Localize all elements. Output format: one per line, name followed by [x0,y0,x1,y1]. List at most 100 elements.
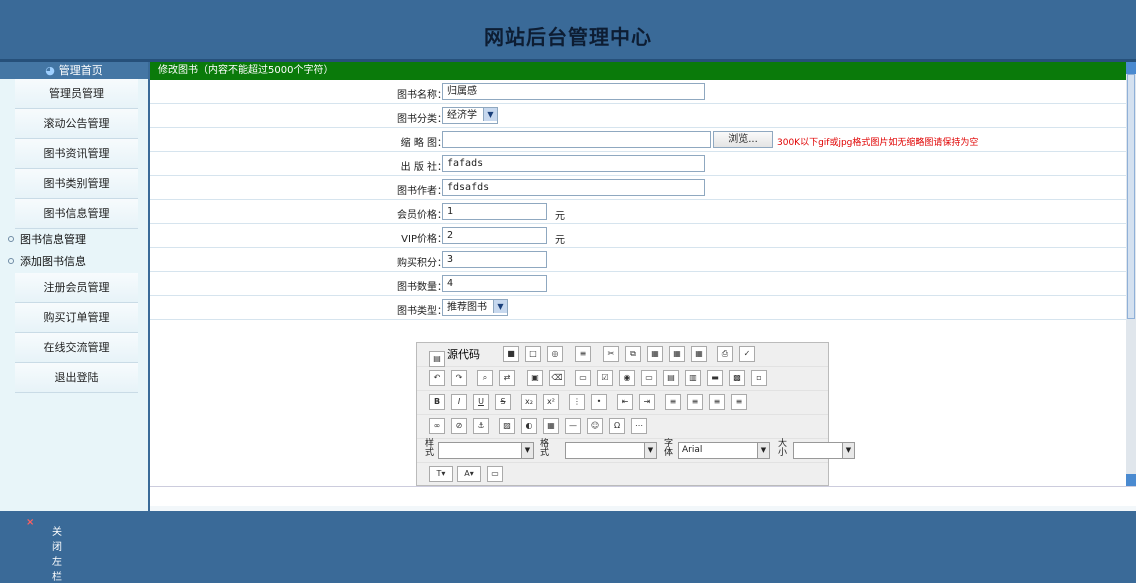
source-code-button[interactable]: ▤ 源代码 [429,345,480,367]
page-break-icon[interactable]: ⋯ [631,418,647,434]
align-left-icon[interactable]: ≡ [665,394,681,410]
row-thumbnail: 缩 略 图： 浏览... 300K以下gif或jpg格式图片如无缩略图请保持为空 [150,128,1126,152]
book-name-input[interactable]: 归属感 [442,83,705,100]
quantity-label: 图书数量： [397,282,447,293]
hidden-field-icon[interactable]: ▫ [751,370,767,386]
sidebar-item-news[interactable]: 图书资讯管理 [15,139,138,169]
text-color-icon[interactable]: T▾ [429,466,453,482]
textfield-icon[interactable]: ▭ [641,370,657,386]
copy-icon[interactable]: ⧉ [625,346,641,362]
format-select[interactable]: ▼ [565,442,657,459]
remove-format-icon[interactable]: ⌫ [549,370,565,386]
flash-icon[interactable]: ◐ [521,418,537,434]
vertical-scrollbar[interactable] [1126,62,1136,486]
link-icon[interactable]: ∞ [429,418,445,434]
paste-text-icon[interactable]: ▦ [669,346,685,362]
sidebar-item-books[interactable]: 图书信息管理 [15,199,138,229]
sidebar-subitem-book-info[interactable]: 图书信息管理 [0,229,148,251]
radio-icon[interactable]: ◉ [619,370,635,386]
thumbnail-input[interactable] [442,131,711,148]
indent-icon[interactable]: ⇥ [639,394,655,410]
replace-icon[interactable]: ⇄ [499,370,515,386]
scroll-thumb[interactable] [1127,74,1135,319]
editor-toolbar-row-1: ▤ 源代码 ■ □ ◎ ≡ ✂ ⧉ ▦ ▦ ▦ ⎙ ✓ [417,343,828,367]
points-input[interactable]: 3 [442,251,547,268]
undo-icon[interactable]: ↶ [429,370,445,386]
quantity-input[interactable]: 4 [442,275,547,292]
print-icon[interactable]: ⎙ [717,346,733,362]
bulleted-list-icon[interactable]: • [591,394,607,410]
rich-text-editor[interactable]: ▤ 源代码 ■ □ ◎ ≡ ✂ ⧉ ▦ ▦ ▦ ⎙ ✓ ↶ ↷ ⌕ ⇄ ▣ ⌫ ▭ [416,342,855,486]
button-field-icon[interactable]: ▬ [707,370,723,386]
image-button-icon[interactable]: ▩ [729,370,745,386]
type-select[interactable]: 推荐图书 ▼ [442,299,508,316]
horizontal-rule-icon[interactable]: — [565,418,581,434]
sidebar-item-categories[interactable]: 图书类别管理 [15,169,138,199]
sidebar-item-orders[interactable]: 购买订单管理 [15,303,138,333]
paste-icon[interactable]: ▦ [647,346,663,362]
editor-toolbar-row-3: B I U S x₂ x² ⋮ • ⇤ ⇥ ≡ ≡ ≡ ≡ [417,391,828,415]
templates-icon[interactable]: ≡ [575,346,591,362]
spellcheck-icon[interactable]: ✓ [739,346,755,362]
redo-icon[interactable]: ↷ [451,370,467,386]
vip-price-input[interactable]: 2 [442,227,547,244]
new-page-icon[interactable]: □ [525,346,541,362]
table-icon[interactable]: ▦ [543,418,559,434]
paste-word-icon[interactable]: ▦ [691,346,707,362]
size-label: 大小 [778,439,788,458]
main-panel: 修改图书（内容不能超过5000个字符） 图书名称： 归属感 图书分类： 经济学 ▼… [150,62,1136,511]
select-field-icon[interactable]: ▥ [685,370,701,386]
scroll-down-icon[interactable] [1126,474,1136,486]
textarea-icon[interactable]: ▤ [663,370,679,386]
row-quantity: 图书数量： 4 [150,272,1126,296]
browse-button[interactable]: 浏览... [713,131,773,148]
row-price: 会员价格： 1 元 [150,200,1126,224]
scroll-up-icon[interactable] [1126,62,1136,74]
member-price-input[interactable]: 1 [442,203,547,220]
superscript-icon[interactable]: x² [543,394,559,410]
preview-icon[interactable]: ◎ [547,346,563,362]
chevron-down-icon: ▼ [757,443,769,458]
sidebar-item-announcements[interactable]: 滚动公告管理 [15,109,138,139]
select-all-icon[interactable]: ▣ [527,370,543,386]
category-select[interactable]: 经济学 ▼ [442,107,498,124]
close-sidebar-button[interactable]: × 关闭左栏 [26,517,62,583]
bold-icon[interactable]: B [429,394,445,410]
numbered-list-icon[interactable]: ⋮ [569,394,585,410]
font-select[interactable]: Arial ▼ [678,442,770,459]
sidebar: ◕ 管理首页 管理员管理 滚动公告管理 图书资讯管理 图书类别管理 图书信息管理 … [0,62,148,511]
sidebar-item-logout[interactable]: 退出登陆 [15,363,138,393]
sidebar-home[interactable]: ◕ 管理首页 [0,62,148,79]
sidebar-subitem-add-book[interactable]: 添加图书信息 [0,251,148,273]
sidebar-item-members[interactable]: 注册会员管理 [15,273,138,303]
smiley-icon[interactable]: ☺ [587,418,603,434]
unlink-icon[interactable]: ⊘ [451,418,467,434]
cut-icon[interactable]: ✂ [603,346,619,362]
underline-icon[interactable]: U [473,394,489,410]
size-select[interactable]: ▼ [793,442,855,459]
align-justify-icon[interactable]: ≡ [731,394,747,410]
row-author: 图书作者： fdsafds [150,176,1126,200]
italic-icon[interactable]: I [451,394,467,410]
maximize-icon[interactable]: ▭ [487,466,503,482]
outdent-icon[interactable]: ⇤ [617,394,633,410]
sidebar-item-chat[interactable]: 在线交流管理 [15,333,138,363]
align-center-icon[interactable]: ≡ [687,394,703,410]
background-color-icon[interactable]: A▾ [457,466,481,482]
subscript-icon[interactable]: x₂ [521,394,537,410]
chevron-down-icon: ▼ [644,443,656,458]
checkbox-icon[interactable]: ☑ [597,370,613,386]
style-select[interactable]: ▼ [438,442,534,459]
find-icon[interactable]: ⌕ [477,370,493,386]
publisher-input[interactable]: fafads [442,155,705,172]
sidebar-item-admin[interactable]: 管理员管理 [15,79,138,109]
align-right-icon[interactable]: ≡ [709,394,725,410]
anchor-icon[interactable]: ⚓ [473,418,489,434]
image-icon[interactable]: ▨ [499,418,515,434]
save-icon[interactable]: ■ [503,346,519,362]
author-input[interactable]: fdsafds [442,179,705,196]
editor-toolbar-row-5: 样式 ▼ 格式 ▼ 字体 Arial ▼ 大小 ▼ [417,439,855,463]
special-char-icon[interactable]: Ω [609,418,625,434]
form-icon[interactable]: ▭ [575,370,591,386]
strikethrough-icon[interactable]: S [495,394,511,410]
